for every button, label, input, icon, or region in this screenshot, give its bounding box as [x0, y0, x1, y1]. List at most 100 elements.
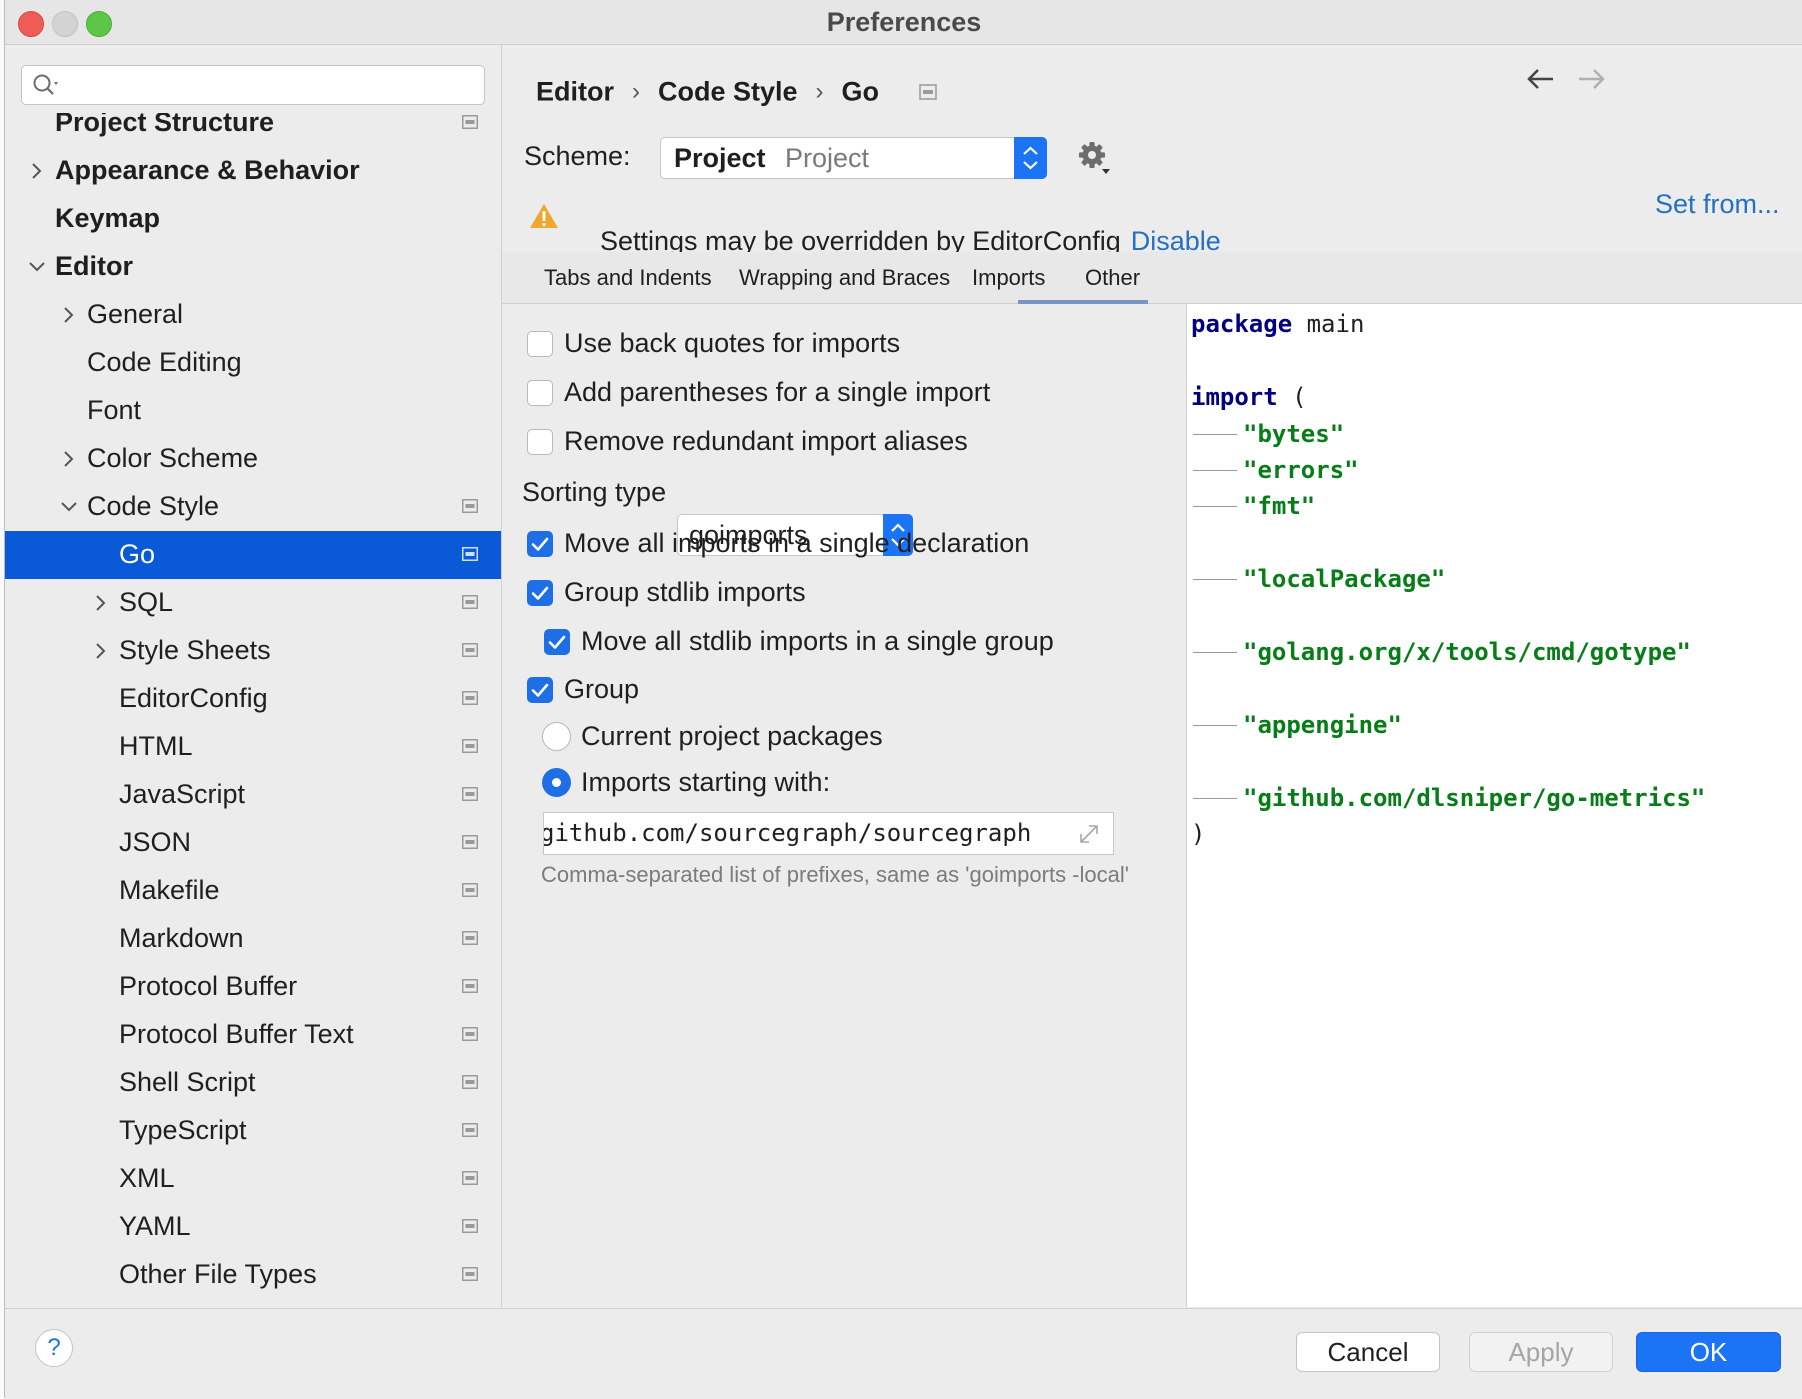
chevron-up-down-icon	[1014, 137, 1047, 179]
sidebar-item-label: Keymap	[55, 203, 161, 233]
import-prefix-value: github.com/sourcegraph/sourcegraph	[543, 819, 1032, 847]
scheme-secondary: Project	[785, 143, 870, 173]
import-local-package: "localPackage"	[1243, 565, 1446, 593]
indent-guide	[1193, 652, 1237, 653]
sidebar-item-editor[interactable]: Editor	[5, 243, 501, 291]
scheme-label: Scheme:	[524, 141, 631, 171]
breadcrumb-editor[interactable]: Editor	[536, 76, 614, 106]
search-field[interactable]	[21, 65, 485, 105]
indent-guide	[1193, 434, 1237, 435]
project-scope-icon	[462, 115, 478, 129]
sidebar-item-json[interactable]: JSON	[5, 819, 501, 867]
sidebar-item-shell-script[interactable]: Shell Script	[5, 1059, 501, 1107]
move-stdlib-single-group-label: Move all stdlib imports in a single grou…	[581, 626, 1054, 656]
chevron-right-icon[interactable]	[59, 305, 79, 325]
tab-tabs-and-indents[interactable]: Tabs and Indents	[544, 265, 712, 291]
move-all-imports-single-declaration-checkbox[interactable]	[527, 531, 553, 557]
sidebar-item-label: Project Structure	[55, 113, 275, 137]
project-scope-icon	[462, 739, 478, 753]
group-stdlib-imports-label: Group stdlib imports	[564, 577, 806, 607]
chevron-down-icon[interactable]	[59, 497, 79, 517]
tab-wrapping-and-braces[interactable]: Wrapping and Braces	[739, 265, 950, 291]
sidebar-item-code-style[interactable]: Code Style	[5, 483, 501, 531]
sidebar-item-appearance-behavior[interactable]: Appearance & Behavior	[5, 147, 501, 195]
move-stdlib-single-group-checkbox[interactable]	[544, 629, 570, 655]
sidebar-item-editorconfig[interactable]: EditorConfig	[5, 675, 501, 723]
tab-imports[interactable]: Imports	[972, 265, 1045, 291]
sidebar-item-xml[interactable]: XML	[5, 1155, 501, 1203]
group-checkbox[interactable]	[527, 677, 553, 703]
sidebar-item-markdown[interactable]: Markdown	[5, 915, 501, 963]
sidebar-item-yaml[interactable]: YAML	[5, 1203, 501, 1251]
breadcrumb: Editor › Code Style › Go	[536, 75, 937, 107]
project-scope-icon	[462, 1171, 478, 1185]
help-button[interactable]: ?	[35, 1329, 73, 1367]
use-back-quotes-checkbox[interactable]	[527, 331, 553, 357]
project-scope-icon	[462, 547, 478, 561]
add-parentheses-checkbox[interactable]	[527, 380, 553, 406]
tab-bar: Tabs and Indents Wrapping and Braces Imp…	[502, 252, 1802, 304]
breadcrumb-separator: ›	[815, 77, 824, 105]
back-arrow-icon[interactable]	[1525, 67, 1555, 91]
current-project-packages-radio[interactable]	[542, 722, 571, 751]
project-scope-icon	[462, 931, 478, 945]
cancel-button[interactable]: Cancel	[1296, 1332, 1440, 1372]
sidebar-item-label: TypeScript	[119, 1115, 247, 1145]
import-prefix-input[interactable]: github.com/sourcegraph/sourcegraph	[543, 812, 1114, 855]
sidebar-item-protocol-buffer[interactable]: Protocol Buffer	[5, 963, 501, 1011]
sidebar-item-project-structure[interactable]: Project Structure	[5, 113, 501, 147]
chevron-right-icon[interactable]	[91, 593, 111, 613]
sidebar-item-color-scheme[interactable]: Color Scheme	[5, 435, 501, 483]
breadcrumb-code-style[interactable]: Code Style	[658, 76, 798, 106]
sidebar-item-sql[interactable]: SQL	[5, 579, 501, 627]
ok-button[interactable]: OK	[1636, 1332, 1781, 1372]
sidebar-item-makefile[interactable]: Makefile	[5, 867, 501, 915]
search-input[interactable]	[62, 70, 476, 102]
apply-button[interactable]: Apply	[1469, 1332, 1613, 1372]
tab-other[interactable]: Other	[1085, 265, 1140, 291]
scheme-select[interactable]: Project Project	[660, 137, 1047, 179]
sidebar-item-keymap[interactable]: Keymap	[5, 195, 501, 243]
sidebar-item-label: JSON	[119, 827, 192, 857]
sidebar-item-javascript[interactable]: JavaScript	[5, 771, 501, 819]
sidebar-item-go[interactable]: Go	[5, 531, 501, 579]
gear-icon[interactable]	[1078, 141, 1112, 177]
sidebar-item-protocol-buffer-text[interactable]: Protocol Buffer Text	[5, 1011, 501, 1059]
sidebar-item-label: Editor	[55, 251, 133, 281]
sidebar-item-label: YAML	[119, 1211, 191, 1241]
project-scope-icon	[462, 1075, 478, 1089]
sidebar-item-code-editing[interactable]: Code Editing	[5, 339, 501, 387]
import-fmt: "fmt"	[1243, 492, 1316, 520]
sidebar-item-typescript[interactable]: TypeScript	[5, 1107, 501, 1155]
import-appengine: "appengine"	[1243, 711, 1402, 739]
sidebar-item-font[interactable]: Font	[5, 387, 501, 435]
sidebar-item-label: Font	[87, 395, 142, 425]
forward-arrow-icon[interactable]	[1577, 67, 1607, 91]
chevron-down-icon[interactable]	[27, 257, 47, 277]
close-paren: )	[1191, 820, 1206, 848]
set-from-link[interactable]: Set from...	[1655, 189, 1780, 220]
project-scope-icon	[462, 787, 478, 801]
sidebar-item-general[interactable]: General	[5, 291, 501, 339]
chevron-right-icon[interactable]	[91, 641, 111, 661]
sidebar-item-other-file-types[interactable]: Other File Types	[5, 1251, 501, 1299]
sidebar-item-style-sheets[interactable]: Style Sheets	[5, 627, 501, 675]
sidebar-item-label: Code Editing	[87, 347, 242, 377]
indent-guide	[1193, 579, 1237, 580]
imports-starting-with-radio[interactable]	[542, 768, 571, 797]
expand-icon[interactable]	[1077, 822, 1101, 846]
preferences-window: Preferences Project Structure Appearance …	[4, 0, 1802, 1399]
group-stdlib-imports-checkbox[interactable]	[527, 580, 553, 606]
remove-redundant-aliases-checkbox[interactable]	[527, 429, 553, 455]
move-all-imports-single-declaration-label: Move all imports in a single declaration	[564, 528, 1030, 558]
sidebar-item-label: SQL	[119, 587, 174, 617]
sidebar-item-label: Code Style	[87, 491, 220, 521]
chevron-right-icon[interactable]	[59, 449, 79, 469]
chevron-right-icon[interactable]	[27, 161, 47, 181]
sidebar-item-html[interactable]: HTML	[5, 723, 501, 771]
project-scope-icon	[462, 835, 478, 849]
prefix-hint: Comma-separated list of prefixes, same a…	[541, 862, 1129, 887]
import-bytes: "bytes"	[1243, 420, 1345, 448]
import-keyword: import	[1191, 383, 1278, 411]
window-title: Preferences	[826, 7, 982, 37]
